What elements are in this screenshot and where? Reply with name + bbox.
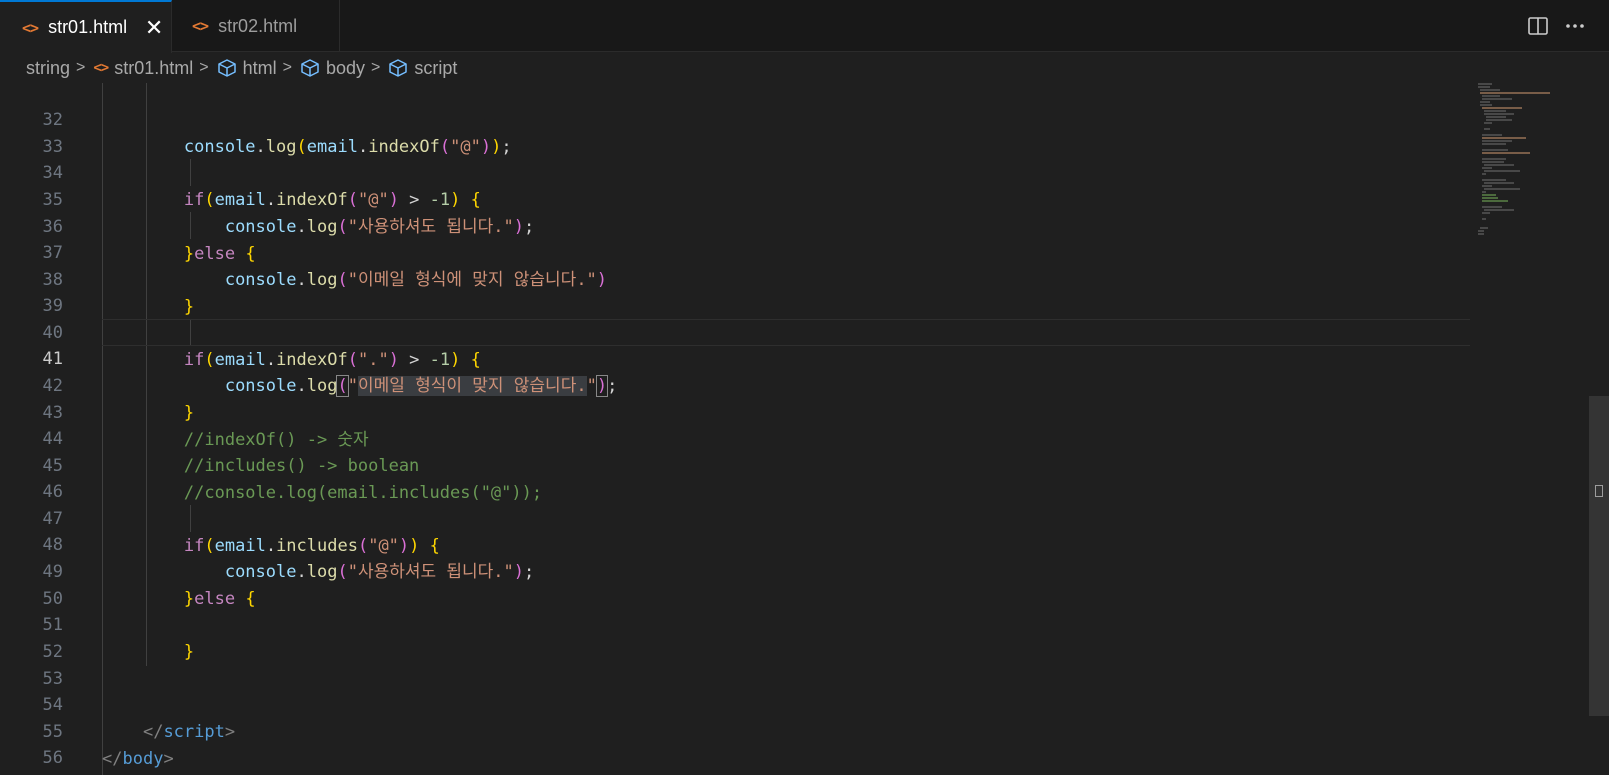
symbol-element-icon [388, 59, 408, 77]
code-line: 35 console.log("사용하셔도 됩니다."); [42, 190, 535, 237]
chevron-right-icon: > [371, 59, 381, 76]
html-file-icon: <> [192, 17, 209, 35]
chevron-right-icon: > [199, 59, 209, 76]
code-line: 50 [42, 589, 63, 609]
vertical-scrollbar[interactable] [1589, 83, 1609, 775]
code-line: 39 [42, 296, 63, 316]
tab-bar: <> str01.html ✕ <> str02.html [0, 0, 1609, 53]
tab-str02[interactable]: <> str02.html [172, 0, 340, 52]
chevron-right-icon: > [282, 59, 292, 76]
code-line: 45 //console.log(email.includes("@")); [42, 456, 543, 503]
chevron-right-icon: > [76, 59, 86, 76]
split-editor-icon[interactable] [1526, 14, 1550, 38]
code-line: 55 </body> [42, 722, 174, 769]
scrollbar-cursor-marker [1595, 485, 1603, 497]
code-line: 52 [42, 642, 63, 662]
html-file-icon: <> [93, 60, 109, 76]
code-line: 56 </html> [42, 748, 63, 768]
breadcrumb-symbol-script[interactable]: script [414, 58, 457, 79]
breadcrumb-symbol-body[interactable]: body [326, 58, 365, 79]
close-icon[interactable]: ✕ [143, 16, 165, 39]
html-file-icon: <> [22, 18, 39, 37]
tab-str01[interactable]: <> str01.html ✕ [0, 0, 172, 53]
code-line: 51 } [42, 615, 195, 662]
code-line: 54 </script> [42, 695, 236, 742]
code-line: 44 //includes() -> boolean [42, 429, 420, 476]
breadcrumb: string > <> str01.html > html > body > s… [0, 53, 1609, 83]
code-line: 34 if(email.indexOf("@") > -1) { [42, 163, 481, 210]
code-line-current: 41 console.log("이메일 형식이 맞지 않습니다."); [42, 349, 618, 397]
tab-label: str02.html [218, 15, 298, 36]
symbol-element-icon [300, 59, 320, 77]
code-line: 40 if(email.indexOf(".") > -1) { [42, 323, 481, 370]
code-line: 38 } [42, 270, 195, 317]
symbol-element-icon [217, 59, 237, 77]
code-line: 46 [42, 482, 63, 502]
code-line: 47 if(email.includes("@")) { [42, 509, 440, 556]
scrollbar-thumb[interactable] [1589, 396, 1609, 716]
code-line: 37 console.log("이메일 형식에 맞지 않습니다.") [42, 243, 608, 290]
code-line: 42 } [42, 376, 195, 423]
code-line: 36 }else { [42, 217, 256, 264]
breadcrumb-folder[interactable]: string [26, 58, 70, 79]
code-line: 49 }else { [42, 562, 256, 609]
tab-label: str01.html [48, 17, 128, 37]
code-line: 43 //indexOf() -> 숫자 [42, 403, 369, 450]
more-actions-icon[interactable] [1563, 14, 1587, 38]
code-editor[interactable]: 32 console.log(email.indexOf("@")); 33 3… [0, 83, 1609, 775]
breadcrumb-symbol-html[interactable]: html [243, 58, 277, 79]
minimap[interactable] [1478, 83, 1588, 775]
code-line: 53 [42, 669, 63, 689]
code-line: 33 [42, 137, 63, 157]
breadcrumb-file[interactable]: str01.html [114, 58, 193, 79]
code-line: 48 console.log("사용하셔도 됩니다."); [42, 535, 535, 582]
code-line: 32 console.log(email.indexOf("@")); [42, 110, 512, 157]
